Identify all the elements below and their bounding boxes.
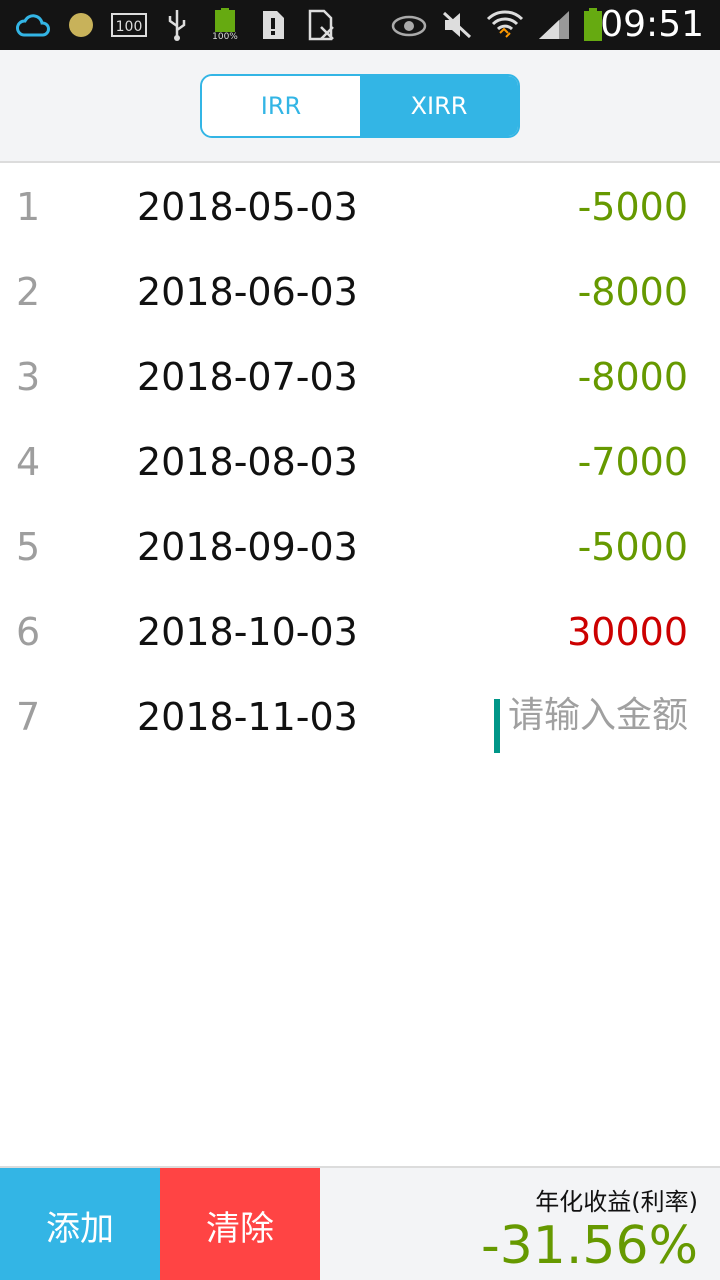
svg-text:100: 100 — [116, 19, 143, 35]
storage-icon: 100 — [110, 8, 148, 42]
row-amount[interactable]: -8000 — [578, 270, 688, 314]
dot-icon — [66, 8, 96, 42]
list-item[interactable]: 2 2018-06-03 -8000 — [0, 250, 720, 335]
row-date[interactable]: 2018-05-03 — [137, 185, 358, 229]
row-amount[interactable]: -5000 — [578, 525, 688, 569]
wifi-icon — [486, 8, 524, 42]
row-amount[interactable]: -5000 — [578, 185, 688, 229]
row-amount[interactable]: -8000 — [578, 355, 688, 399]
cashflow-list: 1 2018-05-03 -5000 2 2018-06-03 -8000 3 … — [0, 165, 720, 760]
result-label: 年化收益(利率) — [535, 1188, 698, 1216]
list-item[interactable]: 5 2018-09-03 -5000 — [0, 505, 720, 590]
list-item[interactable]: 7 2018-11-03 — [0, 675, 720, 760]
tab-irr[interactable]: IRR — [202, 76, 360, 136]
add-button[interactable]: 添加 — [0, 1168, 160, 1280]
row-amount[interactable]: -7000 — [578, 440, 688, 484]
list-item[interactable]: 4 2018-08-03 -7000 — [0, 420, 720, 505]
mode-segment-control: IRR XIRR — [200, 74, 520, 138]
row-date[interactable]: 2018-08-03 — [137, 440, 358, 484]
mute-icon — [440, 8, 474, 42]
usb-icon — [163, 8, 191, 42]
row-date[interactable]: 2018-06-03 — [137, 270, 358, 314]
battery-full-icon: 100% — [208, 8, 242, 42]
row-index: 3 — [16, 355, 41, 399]
clear-button[interactable]: 清除 — [160, 1168, 320, 1280]
list-item[interactable]: 3 2018-07-03 -8000 — [0, 335, 720, 420]
list-item[interactable]: 1 2018-05-03 -5000 — [0, 165, 720, 250]
clock: 09:51 — [600, 4, 704, 45]
mode-header: IRR XIRR — [0, 50, 720, 163]
row-index: 6 — [16, 610, 41, 654]
row-index: 7 — [16, 695, 41, 739]
row-date[interactable]: 2018-11-03 — [137, 695, 358, 739]
row-date[interactable]: 2018-09-03 — [137, 525, 358, 569]
list-item[interactable]: 6 2018-10-03 30000 — [0, 590, 720, 675]
amount-input[interactable] — [488, 685, 688, 745]
row-index: 5 — [16, 525, 41, 569]
sim-icon — [306, 8, 338, 42]
row-index: 1 — [16, 185, 41, 229]
row-index: 4 — [16, 440, 41, 484]
row-date[interactable]: 2018-10-03 — [137, 610, 358, 654]
status-bar: 100 100% 09:51 — [0, 0, 720, 50]
sd-card-icon — [258, 8, 288, 42]
tab-xirr[interactable]: XIRR — [360, 76, 518, 136]
row-index: 2 — [16, 270, 41, 314]
row-date[interactable]: 2018-07-03 — [137, 355, 358, 399]
result-value: -31.56% — [480, 1216, 698, 1276]
row-amount[interactable]: 30000 — [567, 610, 688, 654]
signal-icon — [536, 8, 572, 42]
weather-cloud-icon — [14, 8, 54, 42]
eye-icon — [390, 8, 428, 42]
footer-bar: 添加 清除 年化收益(利率) -31.56% — [0, 1166, 720, 1280]
